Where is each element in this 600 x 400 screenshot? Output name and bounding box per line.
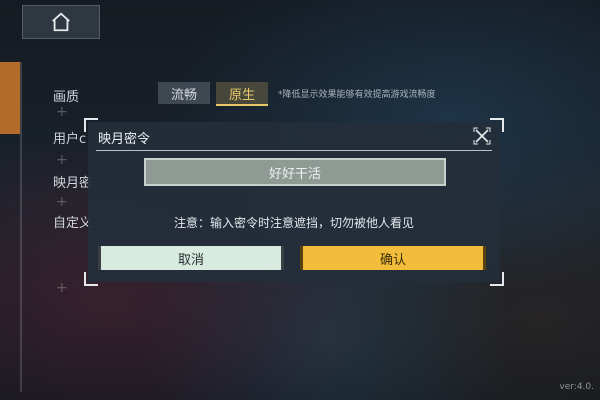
version-text: ver:4.0. [559, 382, 594, 392]
quality-fluent-option[interactable]: 流畅 [158, 82, 210, 104]
password-dialog: 映月密令 好好干活 注意：输入密令时注意遮挡，切勿被他人看见 取消 确认 [84, 118, 504, 286]
close-icon [473, 127, 491, 145]
password-input[interactable]: 好好干活 [144, 158, 446, 186]
quality-label: 画质 [53, 90, 80, 105]
plus-icon: + [56, 280, 68, 296]
password-row-label: 映月密 [53, 176, 93, 191]
home-icon [52, 12, 70, 32]
title-divider [96, 150, 492, 151]
dialog-title: 映月密令 [98, 132, 151, 147]
close-button[interactable] [472, 126, 492, 146]
quality-native-option[interactable]: 原生 [216, 82, 268, 106]
quality-hint: *降低显示效果能够有效提高游戏流畅度 [278, 90, 436, 100]
home-button[interactable] [22, 5, 100, 39]
confirm-button[interactable]: 确认 [300, 246, 486, 270]
custom-row-label: 自定义 [53, 216, 93, 231]
corner-bracket [490, 118, 504, 132]
plus-icon: + [56, 152, 68, 168]
plus-icon: + [56, 194, 68, 210]
side-divider [20, 62, 22, 392]
cancel-button[interactable]: 取消 [98, 246, 284, 270]
corner-bracket [84, 272, 98, 286]
corner-bracket [84, 118, 98, 132]
notice-text: 注意：输入密令时注意遮挡，切勿被他人看见 [173, 216, 414, 230]
user-row-label: 用户c [53, 132, 87, 147]
plus-icon: + [56, 104, 68, 120]
side-tab-accent [0, 62, 20, 134]
corner-bracket [490, 272, 504, 286]
